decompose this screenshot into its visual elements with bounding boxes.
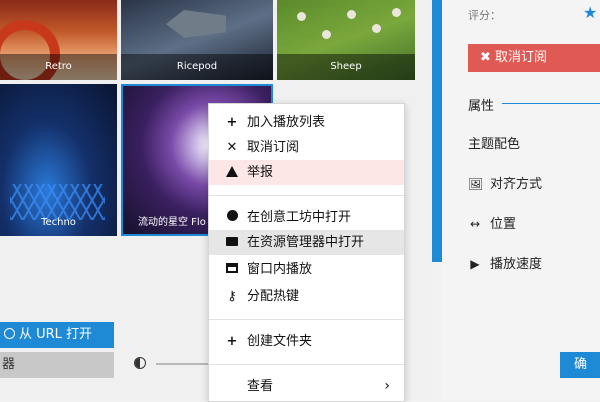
menu-item-unsubscribe[interactable]: ✕ 取消订阅 [209,135,404,160]
editor-button-label: 器 [2,357,16,372]
menu-item-add-to-playlist[interactable]: + 加入播放列表 [209,110,404,135]
property-theme-color[interactable]: 主题配色 [468,133,520,152]
menu-item-create-folder[interactable]: + 创建文件夹 [209,329,404,354]
property-label: 位置 [490,217,517,232]
menu-item-open-in-workshop[interactable]: 在创意工坊中打开 [209,205,404,230]
menu-item-label: 取消订阅 [247,140,300,155]
properties-heading: 属性 [468,99,495,114]
unsubscribe-button[interactable]: ✖ 取消订阅 [468,44,600,72]
plus-icon: + [226,334,238,349]
rating-star-icon[interactable]: ★ [583,3,597,22]
menu-item-report[interactable]: 举报 [209,160,404,185]
image-icon: 🖼 [468,177,484,191]
menu-item-assign-hotkey[interactable]: ⚷ 分配热键 [209,284,404,309]
property-label: 主题配色 [468,137,521,152]
property-label: 对齐方式 [490,177,543,192]
menu-item-play-in-window[interactable]: 窗口内播放 [209,257,404,282]
menu-item-label: 查看 [247,379,274,394]
play-icon: ▶ [470,257,480,271]
close-icon: ✕ [226,140,238,155]
globe-icon [4,328,15,339]
open-from-url-button[interactable]: 从 URL 打开 [0,322,114,348]
wallpaper-tile-sheep[interactable]: Sheep [277,0,415,80]
editor-button[interactable]: 器 [0,352,114,378]
wallpaper-tile-ricepod[interactable]: Ricepod [121,0,273,80]
folder-icon [225,230,239,255]
menu-item-open-in-explorer[interactable]: 在资源管理器中打开 [209,230,404,255]
sheep-dot [322,30,331,39]
panel-accent-bar [432,0,442,262]
ricepod-thumbnail-art [166,10,226,38]
sheep-dot [392,8,401,17]
section-divider [502,103,600,104]
menu-item-label: 分配热键 [247,289,300,304]
chevron-right-icon: › [384,378,390,394]
menu-item-label: 在创意工坊中打开 [247,210,352,225]
property-label: 播放速度 [490,257,543,272]
tile-title: Retro [0,54,117,80]
steam-icon [225,205,239,230]
sheep-dot [297,12,306,21]
plus-icon: + [226,115,238,130]
menu-item-label: 加入播放列表 [247,115,326,130]
wallpaper-tile-techno[interactable]: Techno [0,84,117,236]
context-menu: + 加入播放列表 ✕ 取消订阅 举报 在创意工坊中打开 在资源管理器中打开 窗口… [208,103,405,402]
contrast-icon [134,357,146,369]
menu-separator [209,319,404,320]
wallpaper-tile-retro[interactable]: Retro [0,0,117,80]
property-playback-speed[interactable]: ▶ 播放速度 [468,253,542,272]
tile-title: Ricepod [121,54,273,80]
property-position[interactable]: ↔ 位置 [468,213,516,232]
warning-icon [225,160,239,185]
menu-item-label: 窗口内播放 [247,262,313,277]
key-icon: ⚷ [227,289,237,304]
tile-title: Sheep [277,54,415,80]
sheep-dot [372,24,381,33]
rating-label: 评分： [468,9,501,22]
menu-separator [209,364,404,365]
brightness-slider[interactable] [156,363,216,365]
ok-button[interactable]: 确 [560,352,600,378]
open-from-url-label: 从 URL 打开 [19,327,93,342]
arrows-horizontal-icon: ↔ [469,217,481,231]
menu-separator [209,195,404,196]
window-icon [225,257,239,282]
property-alignment[interactable]: 🖼 对齐方式 [468,173,542,192]
menu-item-label: 举报 [247,165,274,180]
sheep-dot [347,10,356,19]
menu-item-label: 在资源管理器中打开 [247,235,365,250]
menu-item-label: 创建文件夹 [247,334,313,349]
tile-title: Techno [41,217,76,228]
menu-item-view[interactable]: 查看 › [209,374,404,399]
